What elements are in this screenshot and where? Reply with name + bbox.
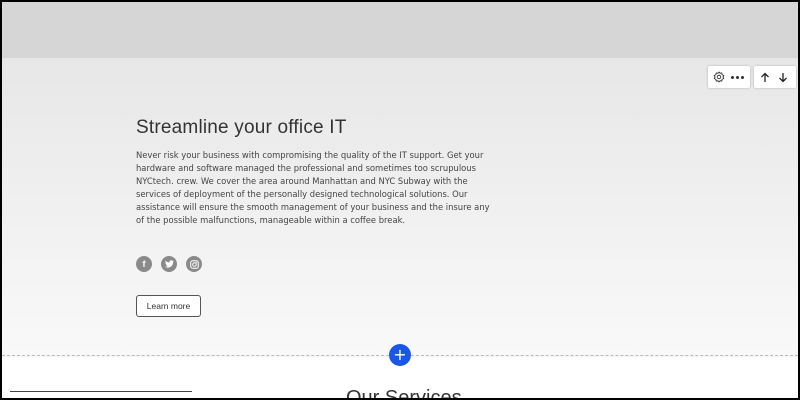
twitter-bird-glyph [164,260,174,268]
more-options-button[interactable] [728,66,746,88]
editor-canvas: Streamline your office IT Never risk you… [2,2,798,398]
section-settings-toolbar [708,66,750,88]
instagram-camera-glyph [189,259,199,269]
arrow-down-icon [779,72,787,82]
move-up-button[interactable] [756,66,774,88]
section-order-toolbar [754,66,796,88]
learn-more-button[interactable]: Learn more [136,295,201,317]
hero-description[interactable]: Never risk your business with compromisi… [136,149,496,227]
gear-icon [713,71,725,83]
services-divider [10,391,192,392]
previous-section [2,2,798,58]
more-dots-icon [730,75,744,79]
arrow-up-icon [761,72,769,82]
move-down-button[interactable] [774,66,792,88]
settings-button[interactable] [710,66,728,88]
hero-content: Streamline your office IT Never risk you… [136,116,496,227]
twitter-icon[interactable] [161,256,177,272]
social-links: f [136,256,202,272]
hero-title[interactable]: Streamline your office IT [136,116,496,140]
add-section-button[interactable]: + [389,344,411,366]
hero-section[interactable]: Streamline your office IT Never risk you… [2,58,798,356]
facebook-icon[interactable]: f [136,256,152,272]
services-title[interactable]: Our Services [346,386,462,398]
instagram-icon[interactable] [186,256,202,272]
